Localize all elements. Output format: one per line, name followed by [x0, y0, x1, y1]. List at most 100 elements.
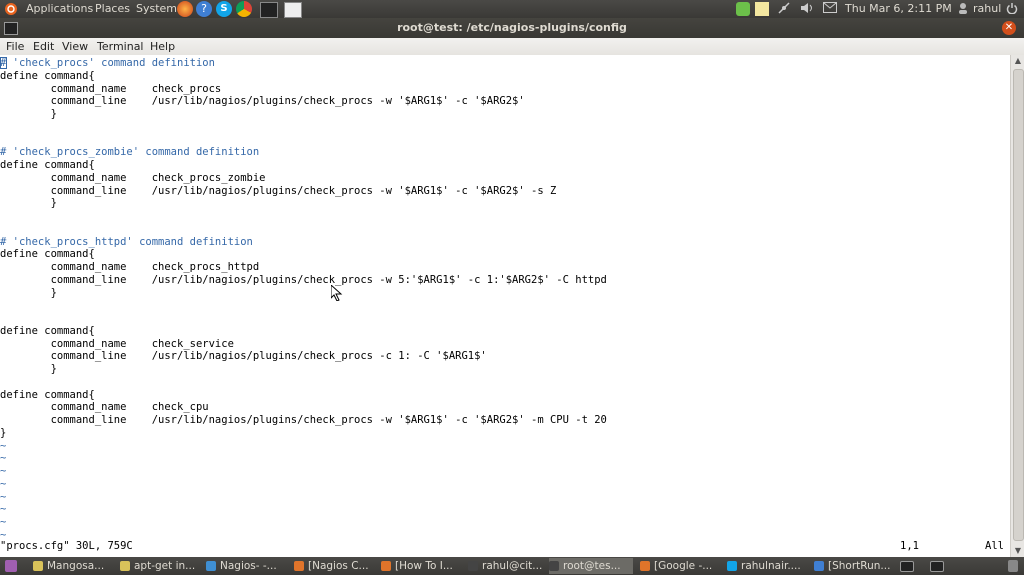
help-launcher-icon[interactable]: ?: [196, 1, 212, 17]
taskbar-window-button[interactable]: [Nagios C...: [294, 558, 378, 574]
power-icon[interactable]: [1006, 2, 1018, 18]
volume-icon[interactable]: [800, 2, 814, 18]
workspace-icon: [900, 561, 914, 572]
taskbar-window-label: Nagios- -...: [220, 560, 277, 572]
terminal-launcher-icon[interactable]: [260, 2, 278, 18]
skype-launcher-icon[interactable]: S: [216, 1, 232, 17]
editor-line: # 'check_procs_httpd' command definition: [0, 235, 253, 248]
close-window-button[interactable]: ✕: [1002, 21, 1016, 35]
menu-view[interactable]: View: [62, 40, 88, 53]
window-app-icon: [381, 561, 391, 571]
user-icon: [958, 2, 968, 18]
editor-line: # 'check_procs_zombie' command definitio…: [0, 146, 260, 159]
taskbar-window-label: [Nagios C...: [308, 560, 369, 572]
network-icon[interactable]: [778, 2, 790, 18]
ubuntu-logo-icon[interactable]: [4, 2, 18, 16]
editor-line: command_name check_procs_zombie: [0, 171, 266, 184]
taskbar-window-button[interactable]: [How To I...: [381, 558, 465, 574]
menu-help[interactable]: Help: [150, 40, 175, 53]
text-cursor: [0, 57, 7, 69]
window-title: root@test: /etc/nagios-plugins/config: [397, 21, 627, 34]
editor-line: define command{: [0, 159, 95, 171]
taskbar-window-button[interactable]: [Google -...: [640, 558, 724, 574]
editor-line: define command{: [0, 324, 95, 337]
user-name[interactable]: rahul: [973, 2, 1001, 16]
taskbar-window-label: [Google -...: [654, 560, 713, 572]
editor-line: ~: [0, 516, 7, 528]
window-app-icon: [206, 561, 216, 571]
chrome-launcher-icon[interactable]: [236, 1, 252, 17]
editor-line: ~: [0, 439, 7, 452]
show-desktop-button[interactable]: [3, 558, 19, 574]
editor-line: }: [0, 363, 57, 375]
scroll-down-arrow-icon[interactable]: ▼: [1011, 545, 1024, 557]
taskbar-window-button[interactable]: Nagios- -...: [206, 558, 290, 574]
window-titlebar[interactable]: root@test: /etc/nagios-plugins/config ✕: [0, 18, 1024, 38]
editor-line: define command{: [0, 69, 95, 82]
taskbar-window-label: rahulnair....: [741, 560, 801, 572]
editor-line: ~: [0, 477, 7, 490]
window-app-icon: [468, 561, 478, 571]
text-editor-launcher-icon[interactable]: [284, 2, 302, 18]
mouse-pointer-icon: [331, 285, 343, 301]
vertical-scrollbar[interactable]: ▲ ▼: [1010, 55, 1024, 557]
editor-line: }: [0, 197, 57, 210]
vim-scroll-position: All: [985, 540, 1004, 552]
menubar: File Edit View Terminal Help: [0, 38, 1024, 55]
editor-line: command_line /usr/lib/nagios/plugins/che…: [0, 350, 487, 363]
trash-button[interactable]: [1004, 558, 1022, 574]
taskbar-window-button[interactable]: root@tes...: [549, 558, 633, 574]
taskbar-window-label: Mangosa...: [47, 560, 105, 572]
editor-line: command_name check_procs: [0, 82, 222, 95]
editor-line: command_line /usr/lib/nagios/plugins/che…: [0, 414, 607, 426]
editor-line: command_line /usr/lib/nagios/plugins/che…: [0, 273, 607, 286]
editor-line: }: [0, 286, 57, 299]
update-notifier-icon[interactable]: [736, 2, 750, 16]
taskbar-window-button[interactable]: rahul@cit...: [468, 558, 546, 574]
bottom-taskbar: Mangosa... apt-get in... Nagios- -... [Nagi…: [0, 557, 1024, 575]
taskbar-window-button[interactable]: Mangosa...: [33, 558, 115, 574]
window-app-icon: [549, 561, 559, 571]
editor-line: ~: [0, 503, 7, 516]
window-app-icon: [814, 561, 824, 571]
menu-terminal[interactable]: Terminal: [97, 40, 144, 53]
sticky-notes-icon[interactable]: [755, 2, 769, 16]
window-app-icon: [294, 561, 304, 571]
firefox-launcher-icon[interactable]: [177, 1, 193, 17]
taskbar-window-label: root@tes...: [563, 560, 621, 572]
taskbar-window-button[interactable]: [ShortRun...: [814, 558, 892, 574]
clock[interactable]: Thu Mar 6, 2:11 PM: [845, 2, 952, 16]
window-app-icon: [727, 561, 737, 571]
menu-edit[interactable]: Edit: [33, 40, 54, 53]
editor-line: ~: [0, 465, 7, 477]
taskbar-window-button[interactable]: apt-get in...: [120, 558, 202, 574]
vim-status-file: "procs.cfg" 30L, 759C: [0, 540, 133, 552]
taskbar-window-label: rahul@cit...: [482, 560, 543, 572]
menu-file[interactable]: File: [6, 40, 24, 53]
terminal-editor[interactable]: # 'check_procs' command definition define…: [0, 55, 1010, 557]
scroll-up-arrow-icon[interactable]: ▲: [1011, 55, 1024, 67]
window-app-icon: [640, 561, 650, 571]
workspace-1-button[interactable]: [896, 558, 918, 574]
editor-line: define command{: [0, 248, 95, 261]
editor-line: command_line /usr/lib/nagios/plugins/che…: [0, 184, 557, 197]
vim-cursor-position: 1,1: [900, 540, 919, 552]
close-icon: ✕: [1004, 22, 1014, 33]
editor-line: }: [0, 108, 57, 120]
taskbar-window-button[interactable]: rahulnair....: [727, 558, 811, 574]
workspace-2-button[interactable]: [926, 558, 948, 574]
applications-menu[interactable]: Applications: [26, 2, 93, 16]
show-desktop-icon: [5, 560, 17, 572]
mail-icon[interactable]: [823, 2, 837, 17]
window-app-icon: [120, 561, 130, 571]
scrollbar-thumb[interactable]: [1013, 69, 1024, 541]
taskbar-window-label: [ShortRun...: [828, 560, 891, 572]
system-menu[interactable]: System: [136, 2, 177, 16]
window-app-icon: [33, 561, 43, 571]
editor-line: command_line /usr/lib/nagios/plugins/che…: [0, 95, 525, 108]
top-panel: Applications Places System ? S Thu Mar 6…: [0, 0, 1024, 18]
workspace-icon: [930, 561, 944, 572]
trash-icon: [1008, 560, 1018, 572]
places-menu[interactable]: Places: [95, 2, 130, 16]
editor-line: define command{: [0, 388, 95, 401]
